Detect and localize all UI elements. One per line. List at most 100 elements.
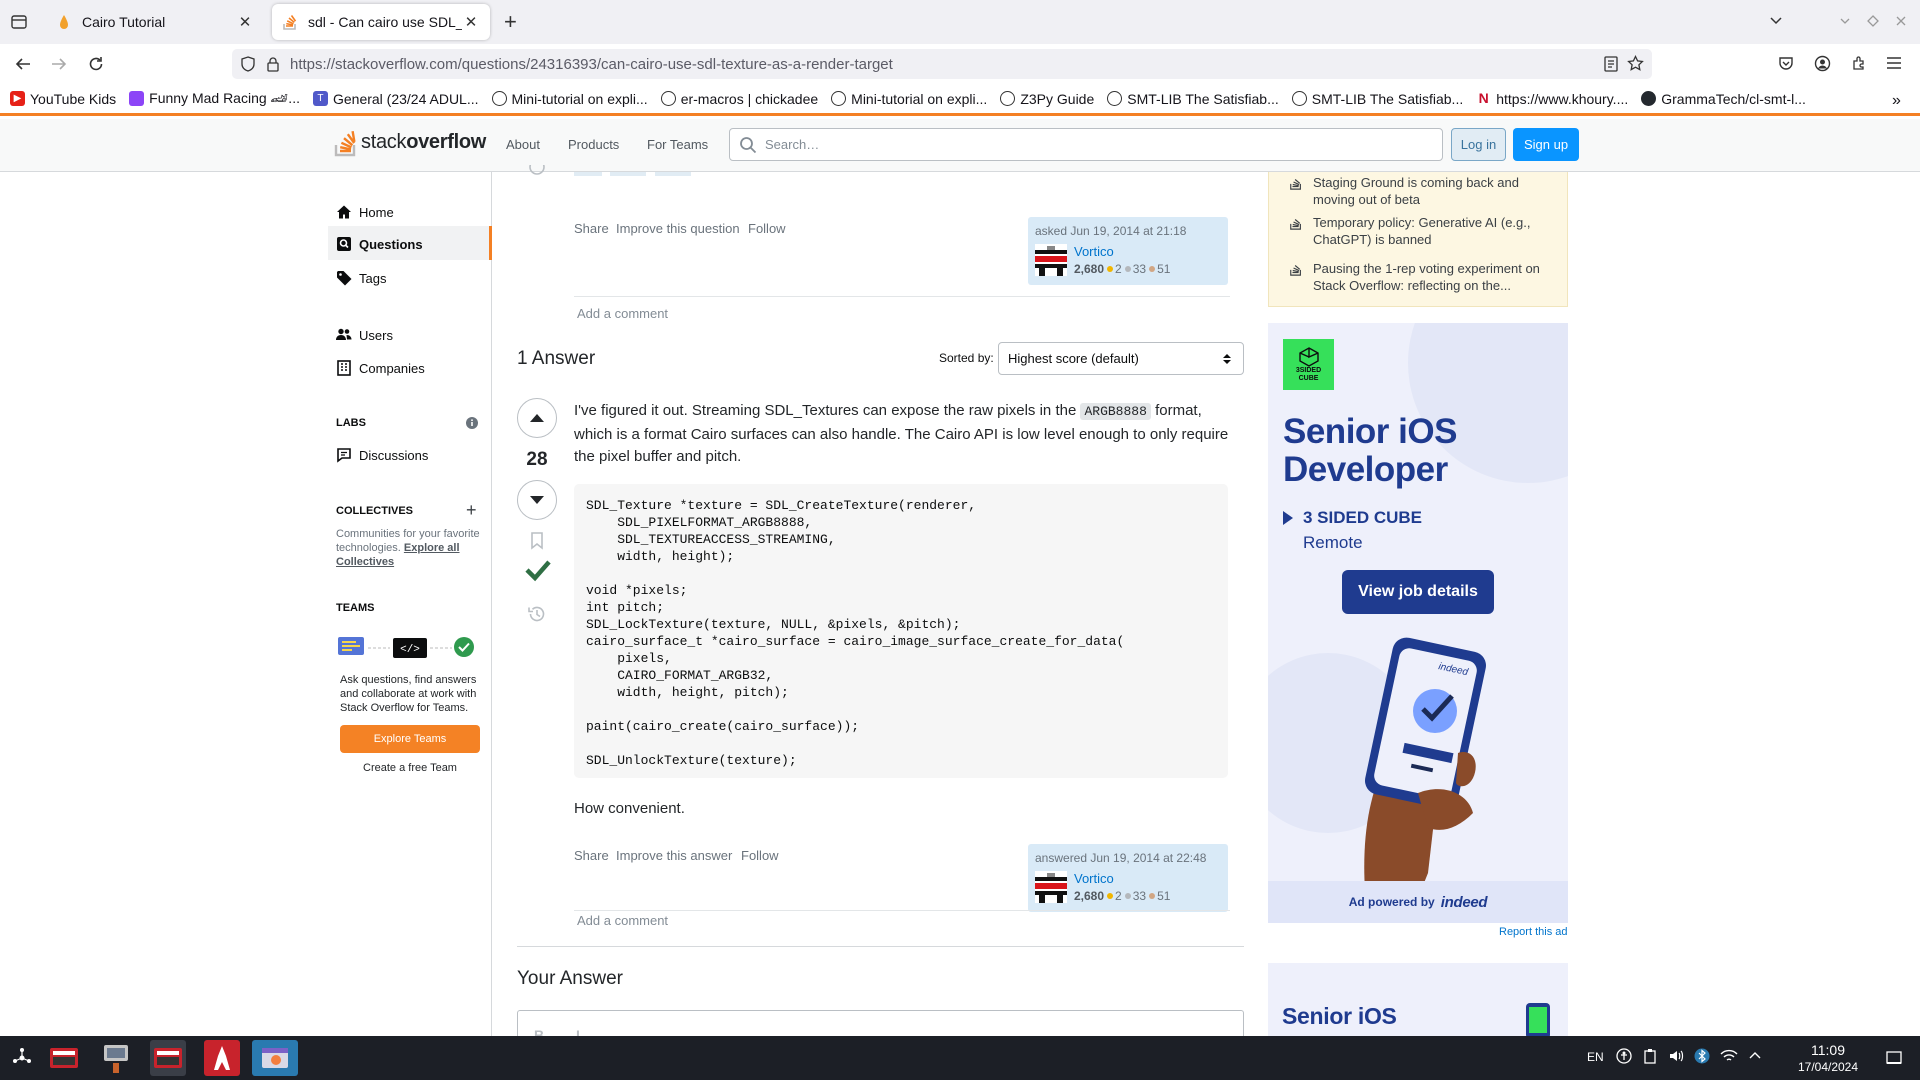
close-tab-icon[interactable]: ✕: [462, 13, 480, 31]
info-icon[interactable]: [466, 417, 478, 429]
improve-answer-link[interactable]: Improve this answer: [616, 848, 732, 863]
new-tab-icon[interactable]: +: [504, 11, 517, 33]
taskbar-firefox-icon[interactable]: [252, 1040, 298, 1076]
bookmark-icon[interactable]: [530, 532, 544, 550]
create-team-link[interactable]: Create a free Team: [340, 762, 480, 774]
nav-products[interactable]: Products: [568, 137, 619, 152]
avatar[interactable]: [1035, 244, 1067, 276]
nav-about[interactable]: About: [506, 137, 540, 152]
reader-view-icon[interactable]: [1604, 56, 1618, 72]
list-all-tabs-icon[interactable]: [1768, 12, 1784, 28]
stackoverflow-logo[interactable]: stack overflow: [334, 127, 486, 157]
accessibility-icon[interactable]: [1616, 1048, 1632, 1064]
forward-icon[interactable]: [50, 56, 68, 72]
follow-answer-link[interactable]: Follow: [741, 848, 779, 863]
sidebar-item-companies[interactable]: Companies: [336, 360, 425, 376]
bookmark-item[interactable]: ▶ YouTube Kids: [10, 91, 116, 107]
user-name-link[interactable]: Vortico: [1074, 244, 1114, 259]
extensions-icon[interactable]: [1851, 55, 1867, 71]
answer-author-card: answered Jun 19, 2014 at 22:48 Vortico 2…: [1028, 844, 1228, 912]
volume-icon[interactable]: [1668, 1048, 1684, 1064]
sidebar-label-questions[interactable]: Questions: [336, 236, 423, 252]
view-job-button[interactable]: View job details: [1342, 570, 1494, 614]
avatar[interactable]: [1035, 871, 1067, 903]
share-answer-link[interactable]: Share: [574, 848, 609, 863]
pocket-icon[interactable]: [1778, 55, 1794, 71]
add-collective-icon[interactable]: +: [466, 501, 477, 519]
sidebar-item-discussions[interactable]: Discussions: [336, 447, 428, 463]
improve-question-link[interactable]: Improve this question: [616, 221, 740, 236]
bookmark-item[interactable]: Funny Mad Racing 🏎...: [129, 90, 300, 107]
bookmark-item[interactable]: Mini-tutorial on expli...: [491, 91, 648, 107]
globe-icon: [660, 91, 676, 106]
clock-date[interactable]: 17/04/2024: [1796, 1060, 1860, 1074]
explore-teams-button[interactable]: Explore Teams: [340, 725, 480, 753]
close-tab-icon[interactable]: ✕: [236, 13, 254, 31]
minimize-window-icon[interactable]: [1838, 14, 1852, 28]
teams-icon: T: [312, 91, 328, 106]
bookmark-item[interactable]: Nhttps://www.khoury....: [1476, 91, 1629, 107]
menu-icon[interactable]: [1886, 56, 1902, 70]
url-bar[interactable]: https://stackoverflow.com/questions/2431…: [232, 49, 1652, 79]
downvote-button[interactable]: [517, 480, 557, 520]
bookmark-item[interactable]: SMT-LIB The Satisfiab...: [1291, 91, 1463, 107]
history-icon[interactable]: [527, 165, 547, 175]
signup-button[interactable]: Sign up: [1513, 128, 1579, 161]
bluetooth-icon[interactable]: [1694, 1048, 1710, 1064]
nav-for-teams[interactable]: For Teams: [647, 137, 708, 152]
tab-cairo-tutorial[interactable]: Cairo Tutorial ✕: [46, 4, 264, 40]
tray-expand-icon[interactable]: [1748, 1048, 1762, 1064]
follow-question-link[interactable]: Follow: [748, 221, 786, 236]
blog-item[interactable]: Temporary policy: Generative AI (e.g., C…: [1289, 214, 1549, 248]
share-question-link[interactable]: Share: [574, 221, 609, 236]
account-icon[interactable]: [1814, 55, 1831, 72]
bookmark-item[interactable]: er-macros | chickadee: [660, 91, 818, 107]
upvote-button[interactable]: [517, 398, 557, 438]
blog-item[interactable]: Pausing the 1-rep voting experiment on S…: [1289, 260, 1549, 294]
lock-icon[interactable]: [266, 56, 280, 72]
back-icon[interactable]: [14, 56, 32, 72]
show-desktop-icon[interactable]: [1886, 1050, 1902, 1066]
taskbar-app-icon[interactable]: [150, 1040, 186, 1076]
bookmark-item[interactable]: T General (23/24 ADUL...: [312, 91, 479, 107]
add-question-comment-link[interactable]: Add a comment: [577, 306, 668, 321]
bookmark-item[interactable]: Z3Py Guide: [1000, 91, 1094, 107]
clock-time[interactable]: 11:09: [1796, 1042, 1860, 1058]
home-icon: [337, 205, 351, 219]
tab-stackoverflow[interactable]: sdl - Can cairo use SDL_Tex ✕: [272, 4, 490, 40]
job-ad-second[interactable]: Senior iOS: [1268, 963, 1568, 1038]
sort-select[interactable]: Highest score (default): [998, 342, 1244, 375]
answer-editor[interactable]: B I: [517, 1010, 1244, 1038]
bookmark-item[interactable]: GrammaTech/cl-smt-l...: [1641, 91, 1806, 107]
add-answer-comment-link[interactable]: Add a comment: [577, 913, 668, 928]
taskbar-app-icon[interactable]: [204, 1040, 240, 1076]
search-input[interactable]: Search…: [729, 128, 1443, 161]
taskbar-app-icon[interactable]: [98, 1040, 134, 1076]
more-bookmarks-icon[interactable]: »: [1892, 92, 1901, 110]
close-window-icon[interactable]: [1894, 14, 1908, 28]
clipboard-icon[interactable]: [1642, 1048, 1658, 1064]
user-name-link[interactable]: Vortico: [1074, 871, 1114, 886]
tracking-shield-icon[interactable]: [240, 56, 256, 72]
answer-closing: How convenient.: [574, 800, 685, 817]
sidebar-item-users[interactable]: Users: [336, 327, 393, 343]
sidebar-item-home[interactable]: Home: [336, 204, 394, 220]
login-button[interactable]: Log in: [1451, 128, 1506, 161]
taskbar-app-icon[interactable]: [46, 1040, 82, 1076]
maximize-window-icon[interactable]: [1866, 14, 1880, 28]
bookmark-item[interactable]: Mini-tutorial on expli...: [831, 91, 987, 107]
vote-score: 28: [526, 449, 548, 470]
tab-list-icon[interactable]: [10, 13, 28, 31]
code-block[interactable]: SDL_Texture *texture = SDL_CreateTexture…: [574, 484, 1228, 778]
bookmark-star-icon[interactable]: [1627, 55, 1644, 72]
report-ad-link[interactable]: Report this ad: [1499, 926, 1567, 938]
reload-icon[interactable]: [87, 55, 105, 73]
app-launcher-icon[interactable]: [4, 1040, 40, 1076]
sidebar-item-tags[interactable]: Tags: [336, 270, 386, 286]
bookmark-item[interactable]: SMT-LIB The Satisfiab...: [1107, 91, 1279, 107]
keyboard-layout[interactable]: EN: [1587, 1050, 1604, 1064]
blog-item[interactable]: Staging Ground is coming back and moving…: [1289, 174, 1549, 208]
timeline-icon[interactable]: [527, 604, 547, 624]
job-ad[interactable]: 3SIDED CUBE Senior iOS Developer 3 SIDED…: [1268, 323, 1568, 923]
wifi-icon[interactable]: [1720, 1048, 1738, 1064]
